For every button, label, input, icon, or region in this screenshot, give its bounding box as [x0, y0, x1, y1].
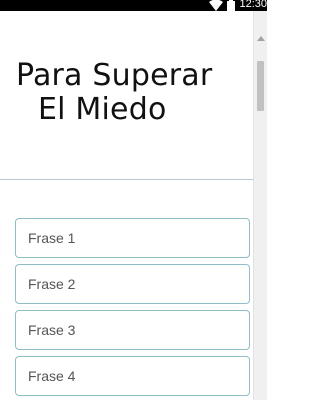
scroll-thumb[interactable] — [257, 61, 264, 111]
clock: 12:30 — [239, 0, 267, 10]
wifi-icon — [209, 0, 224, 11]
status-icons: 12:30 — [208, 0, 267, 11]
battery-icon — [227, 0, 236, 11]
page-title: Para Superar El Miedo — [16, 59, 212, 127]
phrase-button-4[interactable]: Frase 4 — [15, 356, 250, 396]
phrase-button-3[interactable]: Frase 3 — [15, 310, 250, 350]
scroll-up-arrow-icon[interactable] — [257, 36, 265, 41]
phrase-button-1[interactable]: Frase 1 — [15, 218, 250, 258]
scrollbar[interactable] — [253, 11, 267, 400]
status-bar: 12:30 — [0, 0, 267, 11]
phrase-list: Frase 1 Frase 2 Frase 3 Frase 4 — [15, 218, 250, 402]
page-title-line-2: El Miedo — [38, 92, 167, 127]
page-title-line-1: Para Superar — [16, 58, 213, 93]
header: Para Superar El Miedo — [0, 11, 253, 180]
phrase-button-2[interactable]: Frase 2 — [15, 264, 250, 304]
